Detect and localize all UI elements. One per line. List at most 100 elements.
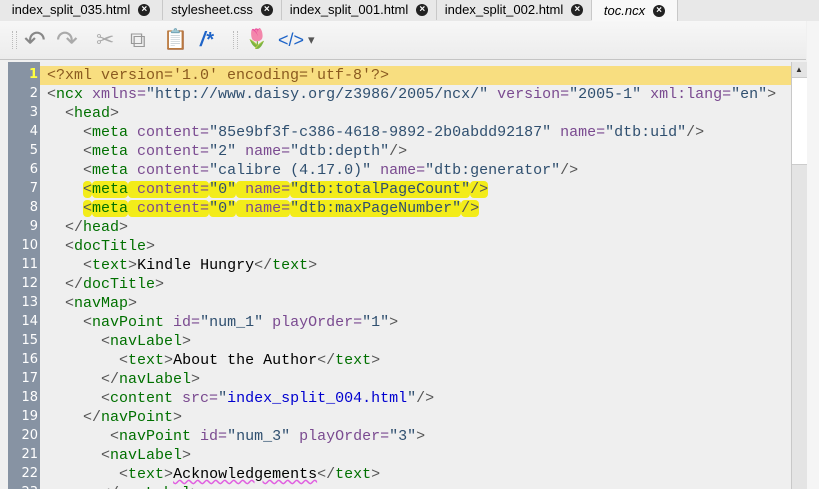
- code-token: navPoint: [92, 314, 165, 331]
- spellcheck-word: Acknowledgements: [173, 466, 318, 483]
- code-token: <: [83, 257, 93, 274]
- code-line: <navLabel>: [47, 446, 191, 465]
- code-token: ": [407, 390, 417, 407]
- code-line: <navPoint id="num_3" playOrder="3">: [47, 427, 425, 446]
- code-token: "num_3": [227, 428, 291, 445]
- line-number: 2: [29, 86, 38, 101]
- code-editor[interactable]: 1234567891011121314151617181920212223 <?…: [8, 62, 791, 489]
- code-token: text: [272, 257, 309, 274]
- close-tab-icon[interactable]: ×: [416, 4, 429, 16]
- code-token: ": [218, 390, 228, 407]
- code-line: <ncx xmlns="http://www.daisy.org/z3986/2…: [47, 85, 776, 104]
- code-token: >: [164, 352, 174, 369]
- code-line: <navLabel>: [47, 332, 191, 351]
- line-number: 8: [29, 200, 38, 215]
- tab-index-split-002[interactable]: index_split_002.html ×: [437, 0, 592, 20]
- code-token: >: [767, 86, 777, 103]
- close-tab-icon[interactable]: ×: [653, 4, 666, 17]
- tulip-icon[interactable]: 🌷: [245, 28, 269, 52]
- code-token: meta: [92, 200, 129, 217]
- tab-toc-ncx[interactable]: toc.ncx ×: [592, 0, 678, 21]
- tab-stylesheet[interactable]: stylesheet.css ×: [163, 0, 282, 20]
- code-token: text: [92, 257, 129, 274]
- vertical-scrollbar[interactable]: ▲: [791, 62, 807, 489]
- code-token: >: [191, 485, 200, 489]
- paste-icon[interactable]: 📋: [163, 28, 188, 52]
- code-token: "num_1": [200, 314, 264, 331]
- code-token: text: [128, 466, 165, 483]
- tab-index-split-035[interactable]: index_split_035.html ×: [0, 0, 163, 20]
- code-token: id=: [164, 314, 201, 331]
- undo-icon[interactable]: ↶: [24, 27, 46, 53]
- tab-index-split-001[interactable]: index_split_001.html ×: [282, 0, 437, 20]
- code-token: "calibre (4.17.0)": [209, 162, 372, 179]
- line-number: 23: [8, 485, 38, 489]
- code-token: content: [110, 390, 174, 407]
- code-token: About the Author: [173, 352, 318, 369]
- line-number: 21: [21, 447, 38, 462]
- code-line: <navPoint id="num_1" playOrder="1">: [47, 313, 398, 332]
- cut-icon[interactable]: ✂: [96, 28, 114, 52]
- code-token: content=: [128, 162, 210, 179]
- close-tab-icon[interactable]: ×: [138, 4, 151, 16]
- code-line: <docTitle>: [47, 237, 155, 256]
- code-line: <text>About the Author</text>: [47, 351, 380, 370]
- code-token: content=: [128, 124, 210, 141]
- chevron-down-icon[interactable]: ▾: [308, 28, 315, 52]
- toolbar-grip[interactable]: [233, 31, 238, 49]
- code-token: <: [65, 105, 75, 122]
- code-token: >: [155, 276, 165, 293]
- code-token: navMap: [74, 295, 129, 312]
- code-token: <: [83, 181, 93, 198]
- code-token: <?xml version='1.0' encoding='utf-8'?>: [47, 67, 390, 84]
- code-token: meta: [92, 162, 129, 179]
- code-icon[interactable]: </>: [278, 28, 304, 52]
- code-token: </: [317, 466, 336, 483]
- scroll-up-icon[interactable]: ▲: [795, 65, 803, 74]
- code-token: "2": [209, 143, 237, 160]
- code-token: />: [560, 162, 579, 179]
- comment-icon[interactable]: /*: [200, 28, 213, 52]
- code-token: "3": [389, 428, 417, 445]
- side-panel-edge: [807, 21, 819, 489]
- code-token: >: [128, 295, 138, 312]
- code-token: meta: [92, 124, 129, 141]
- code-token: >: [191, 371, 201, 388]
- code-token: docTitle: [74, 238, 147, 255]
- close-tab-icon[interactable]: ×: [571, 4, 584, 16]
- code-token: text: [335, 352, 372, 369]
- code-line: </navLabel>: [47, 484, 200, 489]
- copy-icon[interactable]: ⧉: [130, 28, 146, 52]
- code-token: index_split_004.html: [227, 390, 408, 407]
- code-token: >: [128, 257, 138, 274]
- code-token: >: [146, 238, 156, 255]
- code-token: >: [164, 466, 174, 483]
- code-token: />: [416, 390, 435, 407]
- code-token: navLabel: [119, 485, 191, 489]
- code-token: <: [110, 428, 120, 445]
- scrollbar-thumb[interactable]: [792, 77, 807, 165]
- code-token: Kindle Hungry: [137, 257, 255, 274]
- code-token: navLabel: [119, 371, 192, 388]
- line-number: 16: [21, 352, 38, 367]
- code-line: <meta content="0" name="dtb:maxPageNumbe…: [47, 199, 480, 218]
- redo-icon[interactable]: ↷: [56, 27, 78, 53]
- close-tab-icon[interactable]: ×: [260, 4, 273, 16]
- code-token: content=: [128, 143, 210, 160]
- toolbar-grip[interactable]: [12, 31, 17, 49]
- code-token: <: [83, 124, 93, 141]
- code-token: "dtb:uid": [605, 124, 687, 141]
- line-number: 7: [29, 181, 38, 196]
- code-token: "dtb:totalPageCount": [290, 181, 471, 198]
- code-token: >: [308, 257, 318, 274]
- code-line: </docTitle>: [47, 275, 164, 294]
- line-number-gutter: 1234567891011121314151617181920212223: [8, 62, 40, 489]
- code-token: </: [317, 352, 336, 369]
- line-number: 14: [21, 314, 38, 329]
